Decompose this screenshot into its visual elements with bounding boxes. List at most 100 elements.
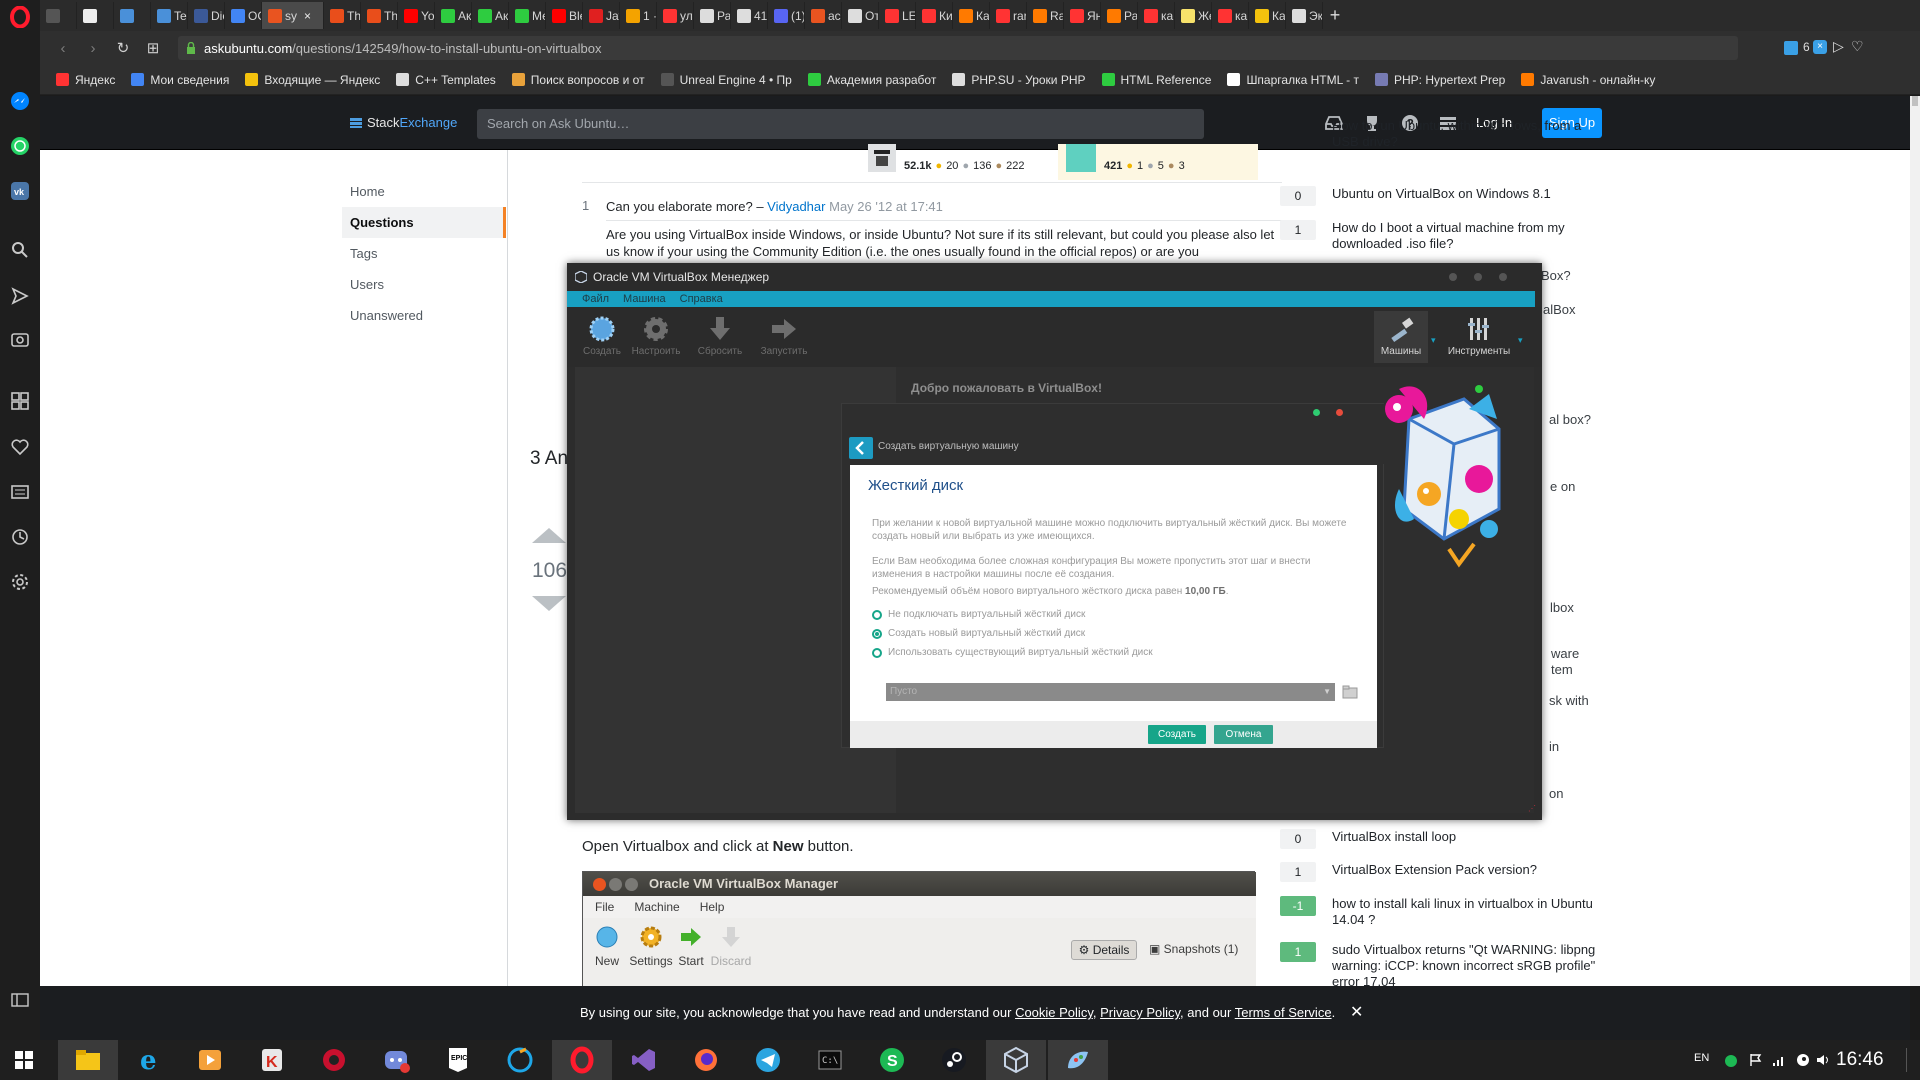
speed-dial-icon[interactable] [7,388,33,414]
radio-button-icon[interactable] [872,609,882,620]
browser-tab[interactable]: Ян [1064,2,1101,29]
clock[interactable]: 16:46 [1836,1049,1884,1071]
browser-tab[interactable]: Te [151,2,188,29]
volume-icon[interactable] [1816,1053,1830,1067]
extension-icon[interactable] [1784,41,1798,55]
tools-dropdown-icon[interactable]: ▾ [1518,335,1523,346]
browser-tab[interactable] [77,2,114,29]
vbox-titlebar[interactable]: Oracle VM VirtualBox Менеджер [567,263,1542,291]
cancel-button[interactable]: Отмена [1214,725,1273,744]
heart-icon[interactable] [7,434,33,460]
new-tab-plus-icon[interactable]: + [1323,5,1347,26]
browser-tab[interactable]: Ble [546,2,583,29]
upvote-arrow-icon[interactable] [532,528,566,543]
game-app-icon[interactable] [304,1040,364,1080]
camera-icon[interactable] [7,326,33,352]
input-language[interactable]: EN [1694,1052,1709,1064]
related-question-title[interactable]: sudo Virtualbox returns "Qt WARNING: lib… [1332,942,1610,986]
menu-file[interactable]: Файл [582,293,609,305]
nav-tags[interactable]: Tags [342,238,506,269]
related-question-title[interactable]: VirtualBox install loop [1332,829,1456,849]
nav-questions[interactable]: Questions [342,207,506,238]
scroll-thumb[interactable] [1912,96,1918,106]
resize-grip-icon[interactable]: ⋰ [1528,804,1536,813]
nav-users[interactable]: Users [342,269,506,300]
history-icon[interactable] [7,524,33,550]
related-question-title[interactable]: VirtualBox Extension Pack version? [1332,862,1537,882]
bookmark-item[interactable]: Javarush - онлайн-ку [1521,73,1655,87]
paint-app-icon[interactable] [1048,1040,1108,1080]
kaspersky-icon[interactable]: K [242,1040,302,1080]
nav-home[interactable]: Home [342,176,506,207]
back-arrow-icon[interactable] [849,437,873,459]
dialog-maximize-icon[interactable] [1313,409,1320,416]
browser-tab[interactable]: acc [805,2,842,29]
reload-icon[interactable]: ↻ [108,39,138,57]
browser-tab[interactable]: Dic [188,2,225,29]
site-search-input[interactable]: Search on Ask Ubuntu… [477,109,1204,139]
browser-tab[interactable]: LE [879,2,916,29]
browser-tab[interactable]: Th [324,2,361,29]
tabs-overview-icon[interactable]: ⊞ [138,39,168,57]
browser-tab[interactable]: rar [990,2,1027,29]
bookmark-item[interactable]: Академия разработ [807,73,936,87]
terms-of-service-link[interactable]: Terms of Service [1235,1005,1332,1020]
bookmark-item[interactable]: Поиск вопросов и от [511,73,645,87]
related-question[interactable]: 1 VirtualBox Extension Pack version? [1280,862,1610,882]
window-minimize-icon[interactable] [1449,273,1457,281]
player-icon[interactable]: ▷ [1833,38,1844,55]
messenger-icon[interactable] [7,88,33,114]
flag-icon[interactable] [1748,1053,1762,1067]
browser-tab[interactable]: Ra [1027,2,1064,29]
tab-close-icon[interactable]: × [304,9,311,23]
bookmark-item[interactable]: PHP: Hypertext Prep [1374,73,1505,87]
related-question[interactable]: How to run Ubuntu, within Windows, from … [1280,118,1610,150]
browser-tab[interactable]: Ак [472,2,509,29]
page-scrollbar[interactable] [1910,96,1920,986]
browser-tab[interactable]: 41 [731,2,768,29]
vk-icon[interactable]: vk [7,178,33,204]
downvote-arrow-icon[interactable] [532,596,566,611]
discard-button[interactable]: Сбросить [693,315,747,357]
steam-tray-icon[interactable] [1796,1053,1810,1067]
avatar[interactable] [868,144,896,172]
browser-tab[interactable]: Ки [916,2,953,29]
dialog-close-icon[interactable] [1336,409,1343,416]
radio-button-selected-icon[interactable] [872,628,882,639]
existing-disk-select[interactable]: Пусто ▼ [886,683,1335,701]
browser-tab[interactable]: Же [1175,2,1212,29]
settings-gear-icon[interactable] [7,569,33,595]
skype-app-icon[interactable]: S [862,1040,922,1080]
start-windows-icon[interactable] [0,1040,48,1080]
create-disk-button[interactable]: Создать [1148,725,1206,744]
bookmark-item[interactable]: C++ Templates [396,73,496,87]
browser-tab[interactable]: Ра [694,2,731,29]
browser-tab[interactable]: Ак [435,2,472,29]
browser-tab[interactable]: Yo [398,2,435,29]
steam-icon[interactable] [924,1040,984,1080]
related-question[interactable]: 1 sudo Virtualbox returns "Qt WARNING: l… [1280,942,1610,986]
related-question-title[interactable]: how to install kali linux in virtualbox … [1332,896,1610,928]
discord-icon[interactable] [366,1040,426,1080]
opera-logo-icon[interactable] [7,4,33,30]
firefox-icon[interactable] [676,1040,736,1080]
related-question-title[interactable]: Ubuntu on VirtualBox on Windows 8.1 [1332,186,1551,206]
blocker-close-icon[interactable]: × [1813,40,1827,54]
start-button[interactable]: Запустить [757,315,811,357]
file-explorer-icon[interactable] [58,1040,118,1080]
network-signal-icon[interactable] [1772,1053,1786,1067]
related-question[interactable]: 0 Ubuntu on VirtualBox on Windows 8.1 [1280,186,1610,206]
machines-dropdown-icon[interactable]: ▾ [1431,335,1436,346]
sidebar-toggle-icon[interactable] [7,987,33,1013]
bookmark-item[interactable]: PHP.SU - Уроки PHP [952,73,1086,87]
browser-tab[interactable]: ка [1138,2,1175,29]
send-icon[interactable] [7,283,33,309]
telegram-icon[interactable] [738,1040,798,1080]
browser-tab[interactable]: Ме [509,2,546,29]
whatsapp-icon[interactable] [7,133,33,159]
bookmark-item[interactable]: Мои сведения [131,73,229,87]
browser-tab[interactable]: Эк [1286,2,1323,29]
browser-tab[interactable]: Th [361,2,398,29]
browser-tab[interactable]: (1) [768,2,805,29]
cookie-policy-link[interactable]: Cookie Policy [1015,1005,1093,1020]
